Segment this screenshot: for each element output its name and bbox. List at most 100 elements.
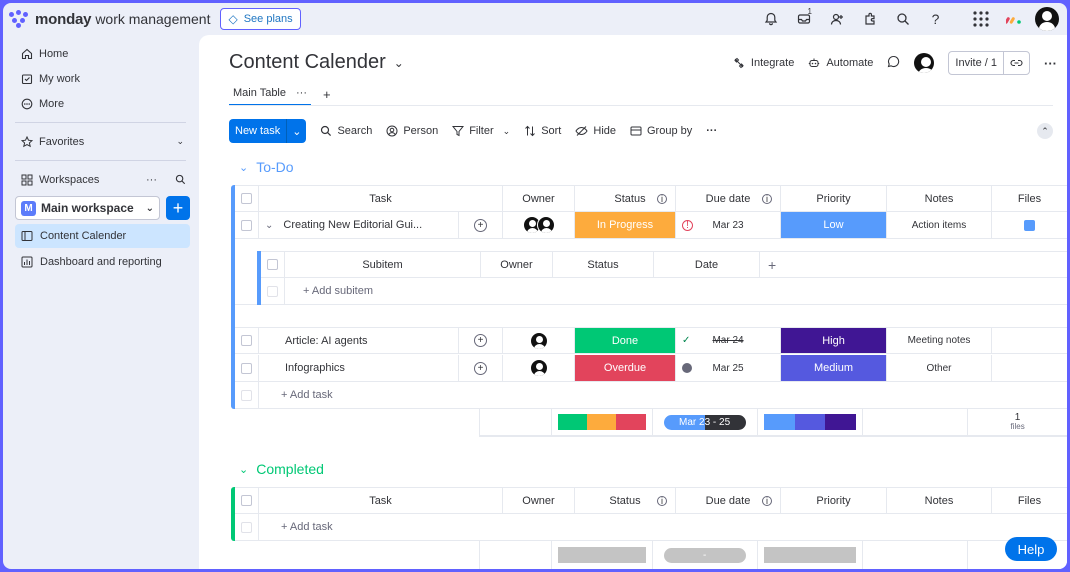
summary-status-cell[interactable]: [551, 409, 653, 436]
integrate-button[interactable]: Integrate: [733, 57, 794, 69]
info-icon[interactable]: i: [762, 495, 772, 506]
add-subitem-input[interactable]: + Add subitem: [285, 278, 1067, 305]
board-more-icon[interactable]: ···: [1044, 56, 1057, 71]
col-notes[interactable]: Notes: [887, 488, 992, 514]
col-status[interactable]: Status i: [575, 488, 676, 514]
chevron-down-icon[interactable]: ⌄: [265, 220, 273, 231]
subcol-date[interactable]: Date: [654, 252, 760, 278]
add-subcolumn-button[interactable]: +: [760, 252, 1067, 278]
due-date-cell[interactable]: ✓ Mar 24: [676, 328, 781, 354]
select-all-cell[interactable]: [235, 186, 259, 212]
monday-logo[interactable]: monday work management: [9, 10, 210, 28]
help-icon[interactable]: ?: [919, 5, 952, 33]
sidebar-item-more[interactable]: More: [3, 91, 198, 116]
checkbox[interactable]: [241, 219, 252, 231]
checkbox[interactable]: [241, 495, 252, 506]
info-icon[interactable]: i: [762, 193, 772, 204]
col-owner[interactable]: Owner: [503, 488, 575, 514]
due-date-cell[interactable]: ! Mar 23: [676, 212, 781, 239]
subitem-select-all[interactable]: [261, 252, 285, 278]
search-icon[interactable]: [886, 5, 919, 33]
group-by-button[interactable]: Group by: [630, 125, 692, 137]
inbox-icon[interactable]: 1: [787, 5, 820, 33]
summary-priority-cell[interactable]: [757, 409, 864, 436]
subcol-subitem[interactable]: Subitem: [285, 252, 481, 278]
files-cell[interactable]: [992, 212, 1067, 239]
apps-marketplace-icon[interactable]: [853, 5, 886, 33]
chevron-down-icon[interactable]: ⌄: [286, 119, 306, 143]
collapse-header-button[interactable]: ⌃: [1037, 123, 1053, 139]
task-cell[interactable]: Article: AI agents: [259, 328, 459, 354]
tab-main-table[interactable]: Main Table ···: [229, 83, 311, 106]
sidebar-item-workspaces[interactable]: Workspaces ···: [3, 167, 198, 192]
col-task[interactable]: Task: [259, 186, 503, 212]
subcol-status[interactable]: Status: [553, 252, 654, 278]
summary-date-cell[interactable]: Mar 23 - 25: [652, 409, 758, 436]
task-cell[interactable]: Infographics: [259, 355, 459, 382]
summary-priority-cell[interactable]: [758, 541, 864, 569]
tab-more-icon[interactable]: ···: [296, 87, 307, 99]
col-task[interactable]: Task: [259, 488, 503, 514]
group-title-completed[interactable]: ⌄ Completed: [239, 461, 324, 477]
status-cell[interactable]: Done: [575, 328, 676, 354]
priority-cell[interactable]: Low: [781, 212, 887, 239]
add-update-cell[interactable]: +: [459, 355, 503, 382]
checkbox[interactable]: [241, 362, 252, 374]
sidebar-item-home[interactable]: Home: [3, 41, 198, 66]
board-title[interactable]: Content Calender ⌄: [229, 51, 404, 74]
see-plans-button[interactable]: ◇ See plans: [220, 8, 301, 30]
priority-cell[interactable]: Medium: [781, 355, 887, 382]
link-icon[interactable]: [1004, 52, 1029, 74]
add-update-cell[interactable]: +: [459, 328, 503, 354]
row-select-cell[interactable]: [235, 212, 259, 239]
monday-mini-logo-icon[interactable]: [997, 5, 1030, 33]
more-options-icon[interactable]: ···: [146, 174, 157, 186]
hide-button[interactable]: Hide: [575, 125, 616, 137]
files-cell[interactable]: [992, 328, 1067, 354]
priority-cell[interactable]: High: [781, 328, 887, 354]
checkbox[interactable]: [267, 259, 278, 270]
summary-date-cell[interactable]: -: [653, 541, 758, 569]
group-title-todo[interactable]: ⌄ To-Do: [239, 159, 294, 175]
owner-cell[interactable]: [503, 212, 575, 239]
workspace-selector[interactable]: M Main workspace ⌄: [15, 196, 160, 220]
owner-cell[interactable]: [503, 355, 575, 382]
summary-status-cell[interactable]: [552, 541, 653, 569]
sidebar-item-my-work[interactable]: My work: [3, 66, 198, 91]
sidebar-item-favorites[interactable]: Favorites ⌄: [3, 129, 198, 154]
row-select-cell[interactable]: [235, 328, 259, 354]
col-priority[interactable]: Priority: [781, 488, 887, 514]
checkbox[interactable]: [241, 193, 252, 204]
add-item-button[interactable]: +: [166, 196, 190, 220]
notes-cell[interactable]: Meeting notes: [887, 328, 992, 354]
files-cell[interactable]: [992, 355, 1067, 382]
help-button[interactable]: Help: [1005, 537, 1057, 561]
table-row[interactable]: Article: AI agents + Done ✓ Mar 24 High M…: [235, 327, 1067, 354]
row-select-cell[interactable]: [235, 355, 259, 382]
invite-button[interactable]: Invite / 1: [948, 51, 1030, 75]
status-cell[interactable]: Overdue: [575, 355, 676, 382]
status-cell[interactable]: In Progress: [575, 212, 676, 239]
app-switcher-icon[interactable]: [964, 5, 997, 33]
info-icon[interactable]: i: [657, 495, 667, 506]
due-date-cell[interactable]: Mar 25: [676, 355, 781, 382]
notes-cell[interactable]: Action items: [887, 212, 992, 239]
info-icon[interactable]: i: [657, 193, 667, 204]
add-task-input[interactable]: + Add task: [259, 514, 1067, 541]
sidebar-board-dashboard[interactable]: Dashboard and reporting: [15, 250, 190, 274]
notifications-icon[interactable]: [754, 5, 787, 33]
invite-members-icon[interactable]: [820, 5, 853, 33]
col-status[interactable]: Status i: [575, 186, 676, 212]
new-task-button[interactable]: New task ⌄: [229, 119, 307, 143]
automate-button[interactable]: Automate: [808, 57, 873, 69]
user-avatar[interactable]: [1030, 5, 1063, 33]
add-task-input[interactable]: + Add task: [259, 382, 1067, 409]
col-files[interactable]: Files: [992, 186, 1067, 212]
table-row[interactable]: Infographics + Overdue Mar 25 Medium Oth…: [235, 355, 1067, 382]
filter-button[interactable]: Filter ⌄: [452, 125, 510, 137]
person-filter-button[interactable]: Person: [386, 125, 438, 137]
col-files[interactable]: Files: [992, 488, 1067, 514]
summary-files-cell[interactable]: 1 files: [968, 409, 1067, 436]
add-update-cell[interactable]: +: [459, 212, 503, 239]
select-all-cell[interactable]: [235, 488, 259, 514]
